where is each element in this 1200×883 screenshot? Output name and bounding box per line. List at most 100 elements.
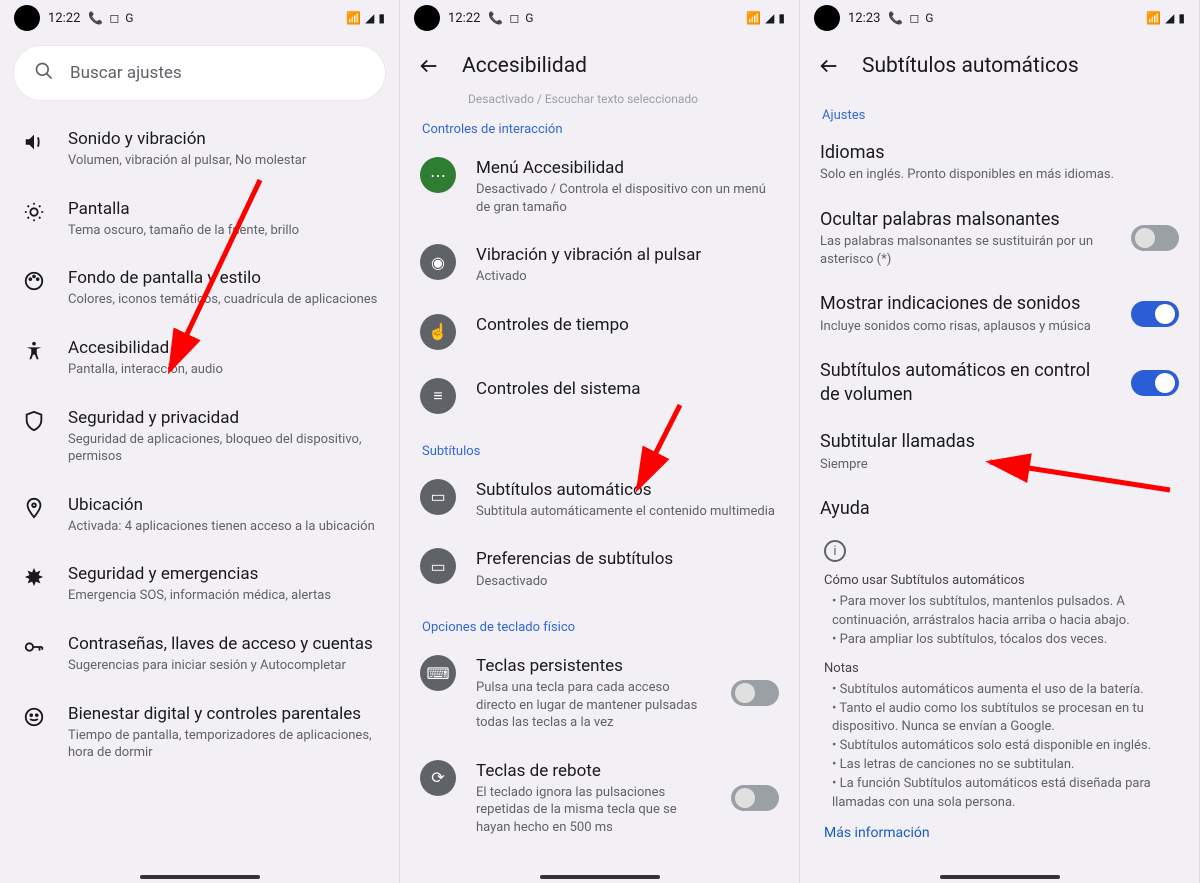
item-subtitle: Colores, iconos temáticos, cuadrícula de… (68, 291, 379, 309)
statusbar: 12:22 📞◻G 📶◢▮ (400, 0, 799, 36)
item-subtitle: Las palabras malsonantes se sustituirán … (820, 233, 1111, 268)
notes-heading: Notas (824, 660, 1175, 679)
item-icon: ⌨ (420, 655, 456, 691)
settings-item-volume[interactable]: Sonido y vibración Volumen, vibración al… (0, 114, 399, 184)
brightness-icon (20, 198, 48, 226)
settings-item-location[interactable]: Ubicación Activada: 4 aplicaciones tiene… (0, 480, 399, 550)
settings-item[interactable]: ⟳ Teclas de rebote El teclado ignora las… (400, 746, 799, 851)
search-input[interactable]: Buscar ajustes (14, 46, 385, 100)
item-icon: ⋯ (420, 157, 456, 193)
back-button[interactable] (818, 55, 842, 77)
more-info-link[interactable]: Más información (800, 813, 1199, 853)
settings-item[interactable]: ◉ Vibración y vibración al pulsar Activa… (400, 230, 799, 300)
toggle[interactable] (1131, 225, 1179, 251)
item-title: Controles del sistema (476, 378, 779, 400)
settings-item-emergency[interactable]: Seguridad y emergencias Emergencia SOS, … (0, 549, 399, 619)
item-title: Subtítulos automáticos en control de vol… (820, 359, 1111, 406)
volume-icon (20, 128, 48, 156)
avatar[interactable] (14, 5, 40, 31)
toggle[interactable] (1131, 301, 1179, 327)
item-title: Subtítulos automáticos (476, 479, 779, 501)
nav-handle[interactable] (540, 875, 660, 879)
item-subtitle: Tema oscuro, tamaño de la fuente, brillo (68, 222, 379, 240)
clock: 12:22 (448, 11, 480, 26)
toggle[interactable] (731, 680, 779, 706)
settings-item[interactable]: Ayuda (800, 485, 1199, 532)
settings-item-accessibility[interactable]: Accesibilidad Pantalla, interacción, aud… (0, 323, 399, 393)
item-subtitle: Pulsa una tecla para cada acceso directo… (476, 679, 711, 732)
page-title: Accesibilidad (462, 54, 587, 78)
page-header: Accesibilidad (400, 36, 799, 92)
settings-item-key[interactable]: Contraseñas, llaves de acceso y cuentas … (0, 619, 399, 689)
item-icon: ☝ (420, 314, 456, 350)
item-subtitle: Subtitula automáticamente el contenido m… (476, 503, 779, 521)
item-subtitle: Pantalla, interacción, audio (68, 361, 379, 379)
key-icon (20, 633, 48, 661)
help-bullet: Tanto el audio como los subtítulos se pr… (832, 700, 1175, 738)
status-left-icons: 📞◻G (888, 11, 933, 25)
help-bullet: Subtítulos automáticos solo está disponi… (832, 737, 1175, 756)
back-button[interactable] (418, 55, 442, 77)
settings-item-wellbeing[interactable]: Bienestar digital y controles parentales… (0, 689, 399, 776)
item-subtitle: Tiempo de pantalla, temporizadores de ap… (68, 727, 379, 762)
status-left-icons: 📞◻G (488, 11, 533, 25)
item-subtitle: Solo en inglés. Pronto disponibles en má… (820, 166, 1179, 184)
settings-item-brightness[interactable]: Pantalla Tema oscuro, tamaño de la fuent… (0, 184, 399, 254)
item-subtitle: Sugerencias para iniciar sesión y Autoco… (68, 657, 379, 675)
item-subtitle: Volumen, vibración al pulsar, No molesta… (68, 152, 379, 170)
item-title: Pantalla (68, 198, 379, 220)
nav-handle[interactable] (140, 875, 260, 879)
avatar[interactable] (414, 5, 440, 31)
phone-accessibility: 12:22 📞◻G 📶◢▮ Accesibilidad Desactivado … (400, 0, 800, 883)
item-subtitle: Seguridad de aplicaciones, bloqueo del d… (68, 431, 379, 466)
settings-item[interactable]: Subtitular llamadas Siempre (800, 418, 1199, 485)
help-text: Cómo usar Subtítulos automáticos Para mo… (800, 572, 1199, 812)
settings-item-palette[interactable]: Fondo de pantalla y estilo Colores, icon… (0, 253, 399, 323)
settings-item[interactable]: ▭ Subtítulos automáticos Subtitula autom… (400, 465, 799, 535)
settings-item[interactable]: ⋯ Menú Accesibilidad Desactivado / Contr… (400, 143, 799, 230)
settings-item[interactable]: Mostrar indicaciones de sonidos Incluye … (800, 280, 1199, 347)
item-icon: ⟳ (420, 760, 456, 796)
accessibility-icon (20, 337, 48, 365)
search-icon (34, 61, 54, 86)
item-subtitle: Incluye sonidos como risas, aplausos y m… (820, 318, 1111, 336)
item-subtitle: Siempre (820, 456, 1179, 474)
wellbeing-icon (20, 703, 48, 731)
settings-item[interactable]: Idiomas Solo en inglés. Pronto disponibl… (800, 129, 1199, 196)
item-title: Controles de tiempo (476, 314, 779, 336)
settings-item-shield[interactable]: Seguridad y privacidad Seguridad de apli… (0, 393, 399, 480)
item-subtitle: Activada: 4 aplicaciones tienen acceso a… (68, 518, 379, 536)
item-title: Ubicación (68, 494, 379, 516)
toggle[interactable] (1131, 370, 1179, 396)
help-bullet: Las letras de canciones no se subtitulan… (832, 756, 1175, 775)
avatar[interactable] (814, 5, 840, 31)
settings-item[interactable]: Ocultar palabras malsonantes Las palabra… (800, 196, 1199, 280)
help-bullet: Para ampliar los subtítulos, tócalos dos… (832, 631, 1175, 650)
settings-item[interactable]: ▭ Preferencias de subtítulos Desactivado (400, 534, 799, 604)
nav-handle[interactable] (940, 875, 1060, 879)
toggle[interactable] (731, 785, 779, 811)
page-title: Subtítulos automáticos (862, 54, 1079, 78)
item-icon: ≡ (420, 378, 456, 414)
settings-item[interactable]: Subtítulos automáticos en control de vol… (800, 347, 1199, 418)
item-title: Teclas de rebote (476, 760, 711, 782)
statusbar: 12:22 📞◻G 📶◢▮ (0, 0, 399, 36)
help-bullet: Subtítulos automáticos aumenta el uso de… (832, 681, 1175, 700)
settings-item[interactable]: ≡ Controles del sistema (400, 364, 799, 428)
item-title: Vibración y vibración al pulsar (476, 244, 779, 266)
item-icon: ▭ (420, 548, 456, 584)
item-title: Ayuda (820, 497, 1179, 520)
item-title: Subtitular llamadas (820, 430, 1179, 453)
item-icon: ◉ (420, 244, 456, 280)
item-subtitle: Emergencia SOS, información médica, aler… (68, 587, 379, 605)
status-right-icons: 📶◢▮ (346, 11, 385, 25)
settings-item[interactable]: ⌨ Teclas persistentes Pulsa una tecla pa… (400, 641, 799, 746)
section-subtitles: Subtítulos (400, 428, 799, 465)
emergency-icon (20, 563, 48, 591)
section-keyboard: Opciones de teclado físico (400, 604, 799, 641)
item-subtitle: Desactivado (476, 573, 779, 591)
help-bullet: Para mover los subtítulos, mantenlos pul… (832, 593, 1175, 631)
settings-item[interactable]: ☝ Controles de tiempo (400, 300, 799, 364)
item-title: Bienestar digital y controles parentales (68, 703, 379, 725)
settings-list: Sonido y vibración Volumen, vibración al… (0, 114, 399, 796)
